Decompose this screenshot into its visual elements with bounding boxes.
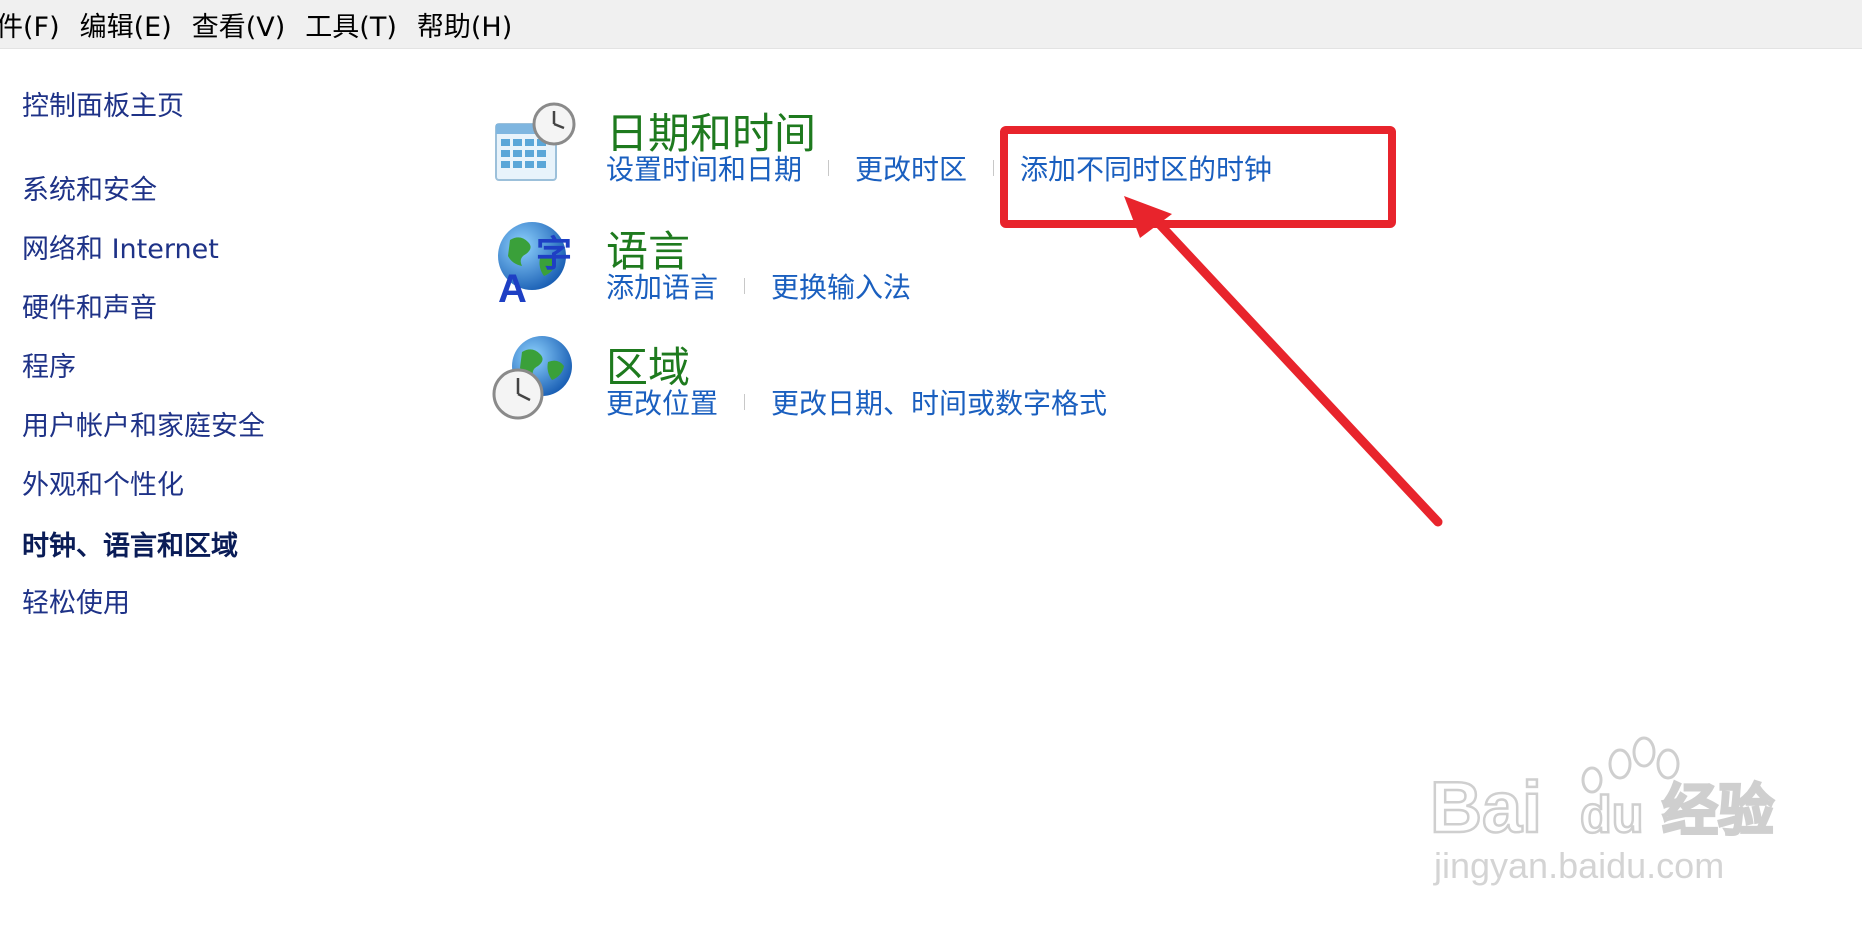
sidebar-item-hardware-sound[interactable]: 硬件和声音 <box>22 286 157 325</box>
annotation-highlight-box <box>1000 126 1396 228</box>
sidebar-item-appearance[interactable]: 外观和个性化 <box>22 463 184 502</box>
menu-file[interactable]: 件(F) <box>0 5 60 44</box>
svg-text:du: du <box>1580 786 1644 844</box>
menu-edit[interactable]: 编辑(E) <box>80 5 172 44</box>
menu-view[interactable]: 查看(V) <box>192 5 286 44</box>
link-change-timezone[interactable]: 更改时区 <box>855 148 967 188</box>
sidebar-item-programs[interactable]: 程序 <box>22 345 76 384</box>
svg-text:经验: 经验 <box>1662 779 1774 842</box>
menu-help[interactable]: 帮助(H) <box>417 5 512 44</box>
svg-text:A: A <box>498 267 527 306</box>
link-separator <box>993 160 995 176</box>
category-links-region: 更改位置 更改日期、时间或数字格式 <box>606 382 1107 422</box>
baidu-jingyan-watermark: Bai du 经验 jingyan.baidu.com <box>1430 736 1775 886</box>
sidebar-item-network[interactable]: 网络和 Internet <box>22 227 219 266</box>
link-change-location[interactable]: 更改位置 <box>606 382 718 422</box>
sidebar-item-user-accounts[interactable]: 用户帐户和家庭安全 <box>22 404 265 443</box>
link-separator <box>744 394 746 410</box>
link-change-date-number-format[interactable]: 更改日期、时间或数字格式 <box>771 382 1107 422</box>
region-globe-clock-icon[interactable] <box>492 334 580 422</box>
link-separator <box>828 160 830 176</box>
category-links-language: 添加语言 更换输入法 <box>606 266 911 306</box>
sidebar-item-clock-language-region[interactable]: 时钟、语言和区域 <box>22 524 238 563</box>
sidebar-item-system-security[interactable]: 系统和安全 <box>22 168 157 207</box>
svg-text:jingyan.baidu.com: jingyan.baidu.com <box>1433 845 1724 886</box>
sidebar-item-home[interactable]: 控制面板主页 <box>22 84 184 123</box>
menu-bar: 件(F) 编辑(E) 查看(V) 工具(T) 帮助(H) <box>0 0 1862 49</box>
language-globe-icon[interactable]: 字 A <box>492 218 580 306</box>
svg-text:字: 字 <box>536 233 572 274</box>
menu-tools[interactable]: 工具(T) <box>305 5 397 44</box>
sidebar-item-ease-of-access[interactable]: 轻松使用 <box>22 581 130 620</box>
calendar-clock-icon[interactable] <box>492 100 580 188</box>
link-set-time-date[interactable]: 设置时间和日期 <box>606 148 802 188</box>
link-change-input-method[interactable]: 更换输入法 <box>771 266 911 306</box>
link-separator <box>744 278 746 294</box>
svg-text:Bai: Bai <box>1430 768 1542 848</box>
link-add-language[interactable]: 添加语言 <box>606 266 718 306</box>
